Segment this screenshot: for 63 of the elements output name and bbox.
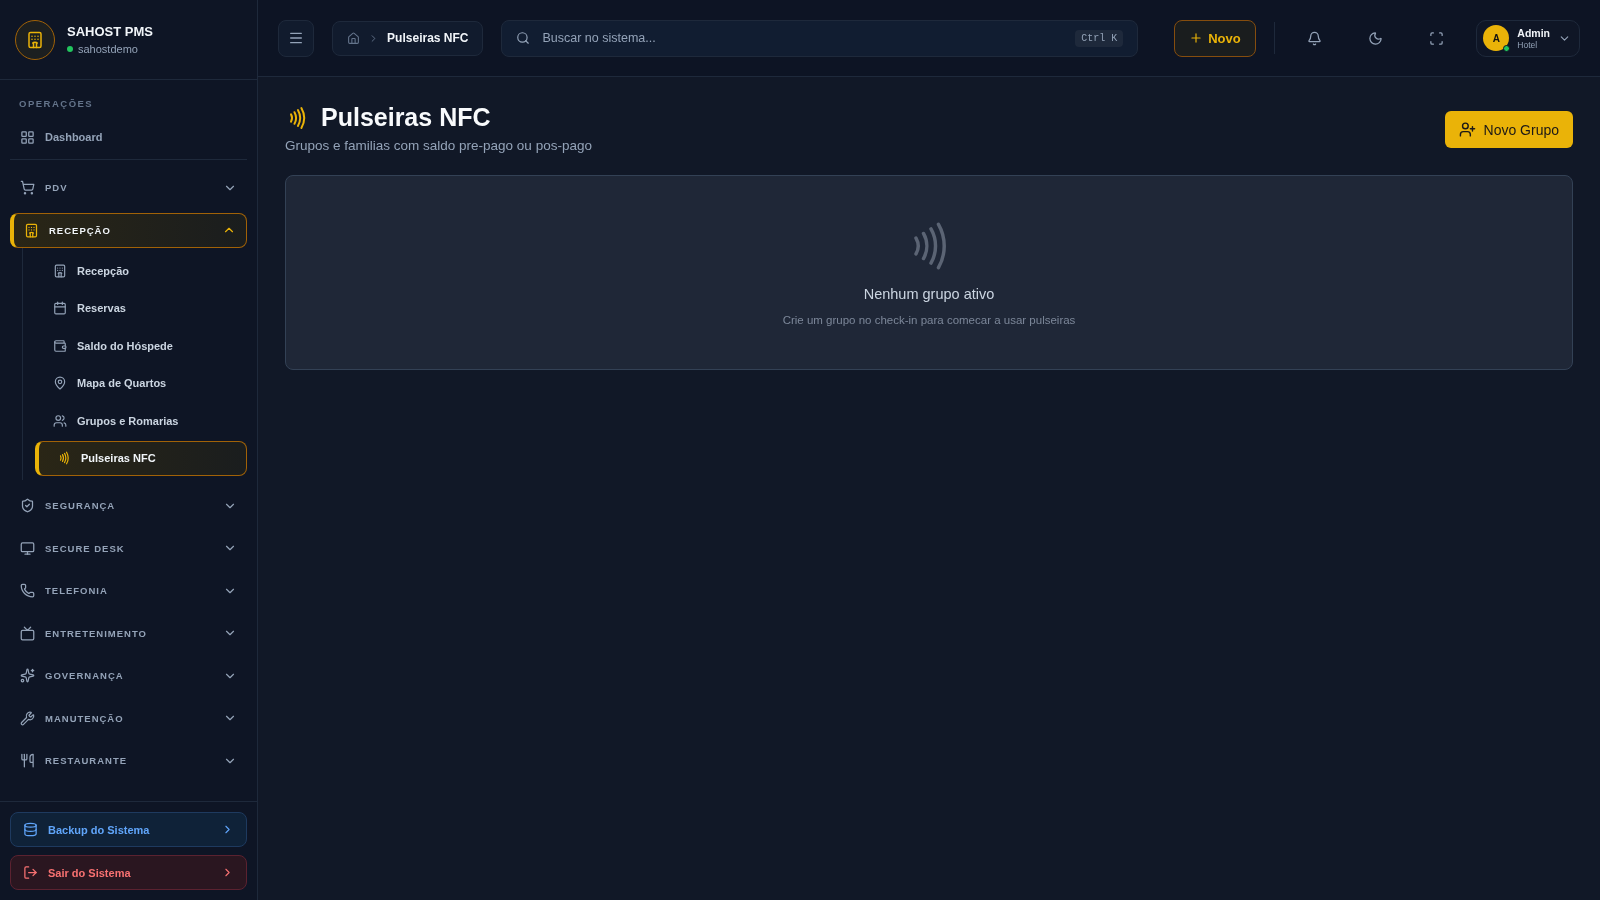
nav-subitem[interactable]: Recepção — [35, 253, 247, 289]
logout-button[interactable]: Sair do Sistema — [10, 855, 247, 890]
phone-icon — [20, 583, 35, 598]
map-pin-icon — [53, 376, 67, 391]
users-icon — [53, 413, 67, 428]
new-button[interactable]: Novo — [1174, 19, 1256, 57]
nav-subitem[interactable]: Mapa de Quartos — [35, 365, 247, 401]
calendar-icon — [53, 301, 67, 316]
nav-group[interactable]: GOVERNANÇA — [10, 658, 247, 693]
moon-icon — [1368, 30, 1383, 46]
backup-button[interactable]: Backup do Sistema — [10, 812, 247, 847]
logout-icon — [23, 865, 38, 880]
nfc-icon — [57, 451, 71, 466]
wrench-icon — [20, 710, 35, 726]
nav-group[interactable]: TELEFONIA — [10, 573, 247, 608]
monitor-icon — [20, 540, 35, 556]
nav-group[interactable]: SEGURANÇA — [10, 488, 247, 523]
search-field[interactable]: Buscar no sistema... — [540, 30, 1066, 46]
shield-icon — [20, 498, 35, 513]
building-icon — [24, 222, 39, 238]
search-icon — [516, 31, 531, 45]
user-name: Admin — [1517, 26, 1550, 39]
empty-message: Crie um grupo no check-in para comecar a usar pulseiras — [782, 313, 1076, 326]
breadcrumb-current: Pulseiras NFC — [387, 31, 469, 45]
search-bar[interactable]: Buscar no sistema... Ctrl K — [501, 19, 1139, 57]
user-plus-icon — [1458, 121, 1476, 138]
tenant-name: sahostdemo — [78, 43, 138, 55]
bell-icon — [1306, 30, 1322, 46]
nav-subitem[interactable]: Pulseiras NFC — [35, 440, 247, 476]
menu-button[interactable] — [278, 19, 315, 57]
new-group-button[interactable]: Novo Grupo — [1444, 111, 1573, 148]
database-icon — [23, 822, 38, 837]
brand-name: SAHOST PMS — [67, 24, 153, 39]
avatar: A — [1483, 25, 1510, 51]
building-icon — [53, 263, 67, 278]
nav-item[interactable]: Dashboard — [10, 123, 247, 151]
nav-subitem[interactable]: Grupos e Romarias — [35, 403, 247, 439]
page-subtitle: Grupos e familias com saldo pre-pago ou pos-pago — [285, 138, 592, 153]
sparkles-icon — [20, 668, 35, 683]
grid-icon — [20, 129, 35, 145]
nav-group[interactable]: RESTAURANTE — [10, 743, 247, 778]
shortcut-hint: Ctrl K — [1075, 29, 1124, 47]
user-menu[interactable]: A Admin Hotel — [1476, 19, 1580, 57]
nav-group[interactable]: MANUTENÇÃO — [10, 700, 247, 736]
utensils-icon — [20, 753, 35, 768]
fullscreen-icon — [1429, 30, 1445, 46]
menu-icon — [288, 30, 305, 46]
nav-group[interactable]: RECEPÇÃO — [10, 212, 247, 248]
hotel-logo-icon — [15, 19, 55, 60]
nav-subitem[interactable]: Saldo do Hóspede — [35, 328, 247, 364]
tv-icon — [20, 625, 35, 641]
nav-group[interactable]: PDV — [10, 170, 247, 205]
section-label: OPERAÇÕES — [18, 98, 95, 109]
cart-icon — [20, 180, 35, 195]
nav-group[interactable]: SECURE DESK — [10, 530, 247, 566]
page-title: Pulseiras NFC — [321, 103, 491, 132]
user-role: Hotel — [1517, 39, 1538, 50]
plus-icon — [1189, 31, 1204, 45]
wallet-icon — [53, 338, 67, 353]
nav-subitem[interactable]: Reservas — [35, 290, 247, 326]
nav-group[interactable]: ENTRETENIMENTO — [10, 615, 247, 651]
empty-title: Nenhum grupo ativo — [863, 285, 995, 302]
home-icon[interactable] — [347, 31, 361, 45]
